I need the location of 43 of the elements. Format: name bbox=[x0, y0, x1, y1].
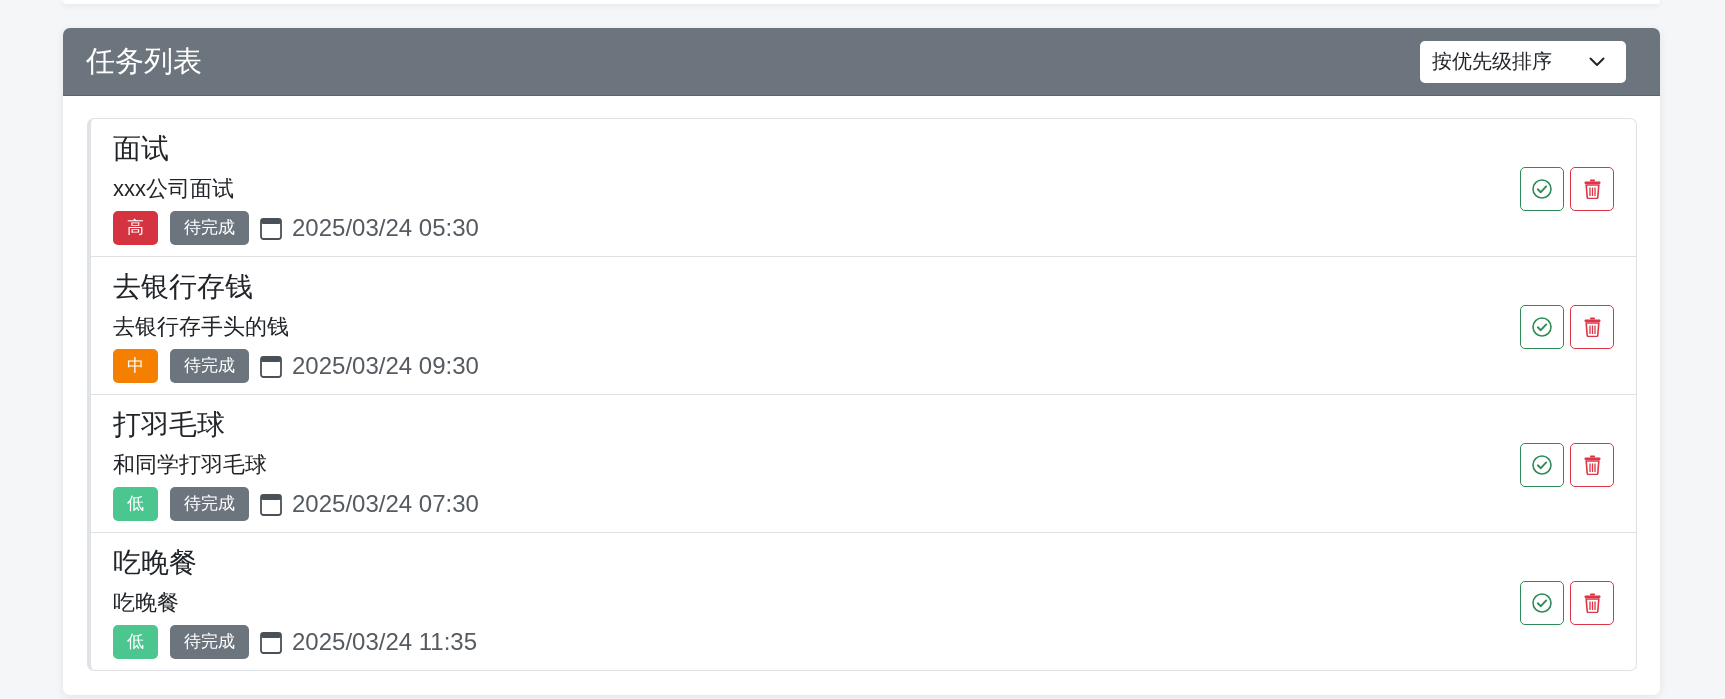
trash-icon bbox=[1583, 316, 1601, 337]
calendar-icon bbox=[260, 354, 282, 378]
chevron-down-icon bbox=[1589, 56, 1605, 67]
task-description: 去银行存手头的钱 bbox=[113, 313, 289, 341]
check-circle-icon bbox=[1532, 454, 1552, 475]
task-description: 和同学打羽毛球 bbox=[113, 451, 267, 479]
task-title: 面试 bbox=[113, 132, 169, 166]
check-circle-icon bbox=[1532, 316, 1552, 337]
status-badge: 待完成 bbox=[170, 487, 249, 521]
due-date: 2025/03/24 09:30 bbox=[292, 351, 479, 381]
due-date: 2025/03/24 07:30 bbox=[292, 489, 479, 519]
priority-badge: 高 bbox=[113, 211, 158, 245]
priority-badge: 低 bbox=[113, 625, 158, 659]
priority-badge: 中 bbox=[113, 349, 158, 383]
trash-icon bbox=[1583, 178, 1601, 199]
calendar-icon bbox=[260, 216, 282, 240]
delete-button[interactable] bbox=[1570, 304, 1614, 349]
task-title: 打羽毛球 bbox=[113, 408, 225, 442]
card-title: 任务列表 bbox=[86, 44, 202, 79]
calendar-icon bbox=[260, 492, 282, 516]
complete-button[interactable] bbox=[1520, 442, 1564, 487]
calendar-icon bbox=[260, 630, 282, 654]
task-title: 吃晚餐 bbox=[113, 546, 197, 580]
check-circle-icon bbox=[1532, 178, 1552, 199]
task-description: xxx公司面试 bbox=[113, 175, 234, 203]
due-date: 2025/03/24 11:35 bbox=[292, 627, 478, 657]
status-badge: 待完成 bbox=[170, 211, 249, 245]
complete-button[interactable] bbox=[1520, 580, 1564, 625]
trash-icon bbox=[1583, 454, 1601, 475]
status-badge: 待完成 bbox=[170, 349, 249, 383]
priority-badge: 低 bbox=[113, 487, 158, 521]
task-description: 吃晚餐 bbox=[113, 589, 179, 617]
trash-icon bbox=[1583, 592, 1601, 613]
delete-button[interactable] bbox=[1570, 442, 1614, 487]
complete-button[interactable] bbox=[1520, 166, 1564, 211]
delete-button[interactable] bbox=[1570, 580, 1614, 625]
delete-button[interactable] bbox=[1570, 166, 1614, 211]
check-circle-icon bbox=[1532, 592, 1552, 613]
due-date: 2025/03/24 05:30 bbox=[292, 213, 479, 243]
sort-select[interactable]: 按优先级排序 bbox=[1420, 40, 1626, 83]
complete-button[interactable] bbox=[1520, 304, 1564, 349]
task-title: 去银行存钱 bbox=[113, 270, 253, 304]
status-badge: 待完成 bbox=[170, 625, 249, 659]
